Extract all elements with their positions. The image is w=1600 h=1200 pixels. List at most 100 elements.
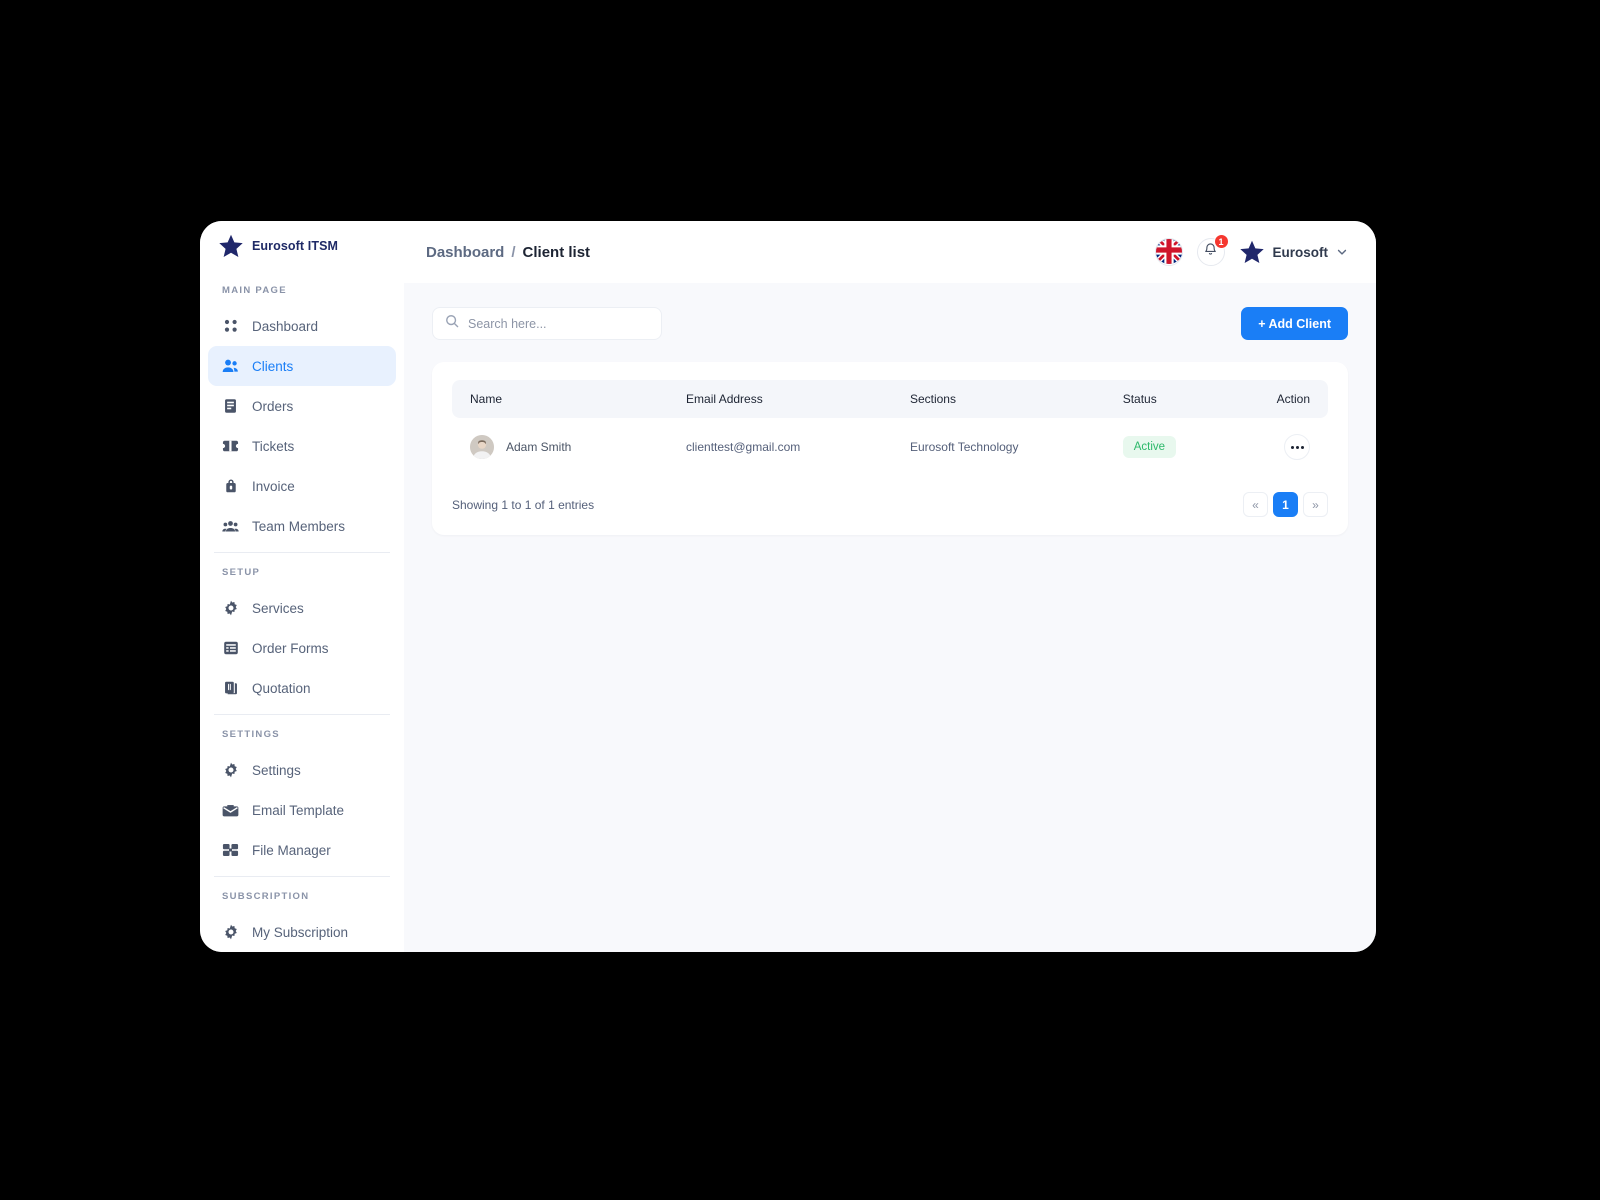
sidebar-item-label: Settings bbox=[252, 762, 301, 778]
main-area: Dashboard / Client list 1 Eurosoft Searc… bbox=[404, 221, 1376, 952]
cell-email: clienttest@gmail.com bbox=[686, 440, 801, 454]
sidebar: Eurosoft ITSM MAIN PAGE Dashboard Client… bbox=[200, 221, 404, 952]
files-grid-icon bbox=[222, 842, 239, 859]
uk-flag-icon bbox=[1155, 239, 1182, 265]
dot bbox=[1295, 445, 1299, 449]
column-header-name: Name bbox=[470, 392, 503, 406]
pagination-prev-button[interactable]: « bbox=[1243, 492, 1268, 517]
content-area: + Add Client Name Email Address Sections… bbox=[404, 283, 1376, 952]
dot bbox=[1300, 445, 1304, 449]
sidebar-item-settings[interactable]: Settings bbox=[208, 750, 396, 790]
gear-icon bbox=[222, 762, 239, 779]
table-toolbar: + Add Client bbox=[432, 307, 1348, 340]
sidebar-item-quotation[interactable]: Quotation bbox=[208, 668, 396, 708]
client-name: Adam Smith bbox=[506, 440, 572, 454]
column-header-action: Action bbox=[1276, 392, 1310, 406]
add-client-button[interactable]: + Add Client bbox=[1241, 307, 1348, 340]
sidebar-item-email-template[interactable]: Email Template bbox=[208, 790, 396, 830]
sidebar-item-team-members[interactable]: Team Members bbox=[208, 506, 396, 546]
status-badge: Active bbox=[1122, 436, 1177, 458]
avatar bbox=[470, 435, 494, 459]
search-input[interactable] bbox=[468, 316, 649, 331]
nav-group-title-subscription: SUBSCRIPTION bbox=[222, 891, 310, 902]
gear-icon bbox=[222, 600, 239, 617]
topbar-actions: 1 Eurosoft bbox=[1154, 234, 1349, 266]
quote-doc-icon bbox=[222, 680, 239, 697]
cell-action bbox=[1227, 418, 1328, 476]
nav-group-title-setup: SETUP bbox=[222, 567, 261, 578]
sidebar-item-invoice[interactable]: Invoice bbox=[208, 466, 396, 506]
form-list-icon bbox=[222, 640, 239, 657]
dot bbox=[1290, 445, 1294, 449]
sidebar-nav: MAIN PAGE Dashboard Clients Orders Ticke… bbox=[200, 271, 404, 952]
table-header: Name Email Address Sections Status Actio… bbox=[452, 380, 1328, 418]
user-menu[interactable]: Eurosoft bbox=[1239, 239, 1349, 265]
more-options-icon[interactable] bbox=[1284, 434, 1310, 460]
sidebar-item-order-forms[interactable]: Order Forms bbox=[208, 628, 396, 668]
sidebar-item-label: Tickets bbox=[252, 438, 295, 454]
language-switcher-button[interactable] bbox=[1154, 238, 1183, 266]
clients-table-card: Name Email Address Sections Status Actio… bbox=[432, 362, 1348, 535]
table-footer: Showing 1 to 1 of 1 entries « 1 » bbox=[452, 476, 1328, 517]
search-icon bbox=[445, 314, 459, 333]
sidebar-item-label: Order Forms bbox=[252, 640, 329, 656]
cell-sections: Eurosoft Technology bbox=[909, 440, 1019, 454]
table-row[interactable]: Adam Smith clienttest@gmail.com Eurosoft… bbox=[452, 418, 1328, 476]
user-name: Eurosoft bbox=[1272, 244, 1329, 260]
cell-name: Adam Smith bbox=[452, 418, 686, 476]
pagination: « 1 » bbox=[1243, 492, 1328, 517]
ticket-icon bbox=[222, 438, 239, 455]
gear-icon bbox=[222, 924, 239, 941]
nav-group-title-main-page: MAIN PAGE bbox=[222, 285, 287, 296]
sidebar-item-dashboard[interactable]: Dashboard bbox=[208, 306, 396, 346]
sidebar-item-tickets[interactable]: Tickets bbox=[208, 426, 396, 466]
breadcrumb: Dashboard / Client list bbox=[426, 244, 590, 261]
client-name-cell: Adam Smith bbox=[470, 435, 686, 459]
sidebar-item-label: Clients bbox=[252, 358, 294, 374]
column-header-email: Email Address bbox=[686, 392, 763, 406]
envelope-icon bbox=[222, 802, 239, 819]
people-icon bbox=[222, 358, 239, 375]
search-box[interactable] bbox=[432, 307, 662, 340]
nav-group-title-settings: SETTINGS bbox=[222, 729, 280, 740]
sidebar-item-label: Invoice bbox=[252, 478, 295, 494]
sidebar-item-file-manager[interactable]: File Manager bbox=[208, 830, 396, 870]
document-icon bbox=[222, 398, 239, 415]
sidebar-item-my-subscription[interactable]: My Subscription bbox=[208, 912, 396, 952]
group-icon bbox=[222, 518, 239, 535]
invoice-lock-icon bbox=[222, 478, 239, 495]
sidebar-item-orders[interactable]: Orders bbox=[208, 386, 396, 426]
sidebar-item-label: Quotation bbox=[252, 680, 311, 696]
sidebar-item-clients[interactable]: Clients bbox=[208, 346, 396, 386]
sidebar-item-label: Orders bbox=[252, 398, 294, 414]
sidebar-item-label: Email Template bbox=[252, 802, 345, 818]
star-icon bbox=[1239, 239, 1265, 265]
column-header-status: Status bbox=[1122, 392, 1157, 406]
page-title: Client list bbox=[522, 243, 591, 261]
brand-name: Eurosoft ITSM bbox=[252, 239, 339, 253]
topbar: Dashboard / Client list 1 Eurosoft bbox=[404, 221, 1376, 283]
table-header-row: Name Email Address Sections Status Actio… bbox=[452, 380, 1328, 418]
star-icon bbox=[218, 233, 244, 259]
sidebar-item-label: My Subscription bbox=[252, 924, 349, 940]
brand-logo[interactable]: Eurosoft ITSM bbox=[200, 221, 404, 271]
sidebar-item-services[interactable]: Services bbox=[208, 588, 396, 628]
cell-status: Active bbox=[1122, 418, 1228, 476]
notification-badge: 1 bbox=[1213, 234, 1229, 249]
grid-dots-icon bbox=[222, 318, 239, 335]
breadcrumb-parent[interactable]: Dashboard bbox=[426, 244, 504, 261]
chevron-down-icon bbox=[1336, 246, 1348, 258]
table-body: Adam Smith clienttest@gmail.com Eurosoft… bbox=[452, 418, 1328, 476]
notifications-button[interactable]: 1 bbox=[1196, 234, 1229, 266]
entries-summary: Showing 1 to 1 of 1 entries bbox=[452, 497, 595, 512]
pagination-page-1[interactable]: 1 bbox=[1273, 492, 1298, 517]
clients-table: Name Email Address Sections Status Actio… bbox=[452, 380, 1328, 476]
pagination-next-button[interactable]: » bbox=[1303, 492, 1328, 517]
sidebar-item-label: Team Members bbox=[252, 518, 346, 534]
sidebar-item-label: File Manager bbox=[252, 842, 331, 858]
app-window: Eurosoft ITSM MAIN PAGE Dashboard Client… bbox=[200, 221, 1376, 952]
breadcrumb-separator: / bbox=[511, 243, 516, 261]
sidebar-item-label: Services bbox=[252, 600, 304, 616]
sidebar-item-label: Dashboard bbox=[252, 318, 319, 334]
column-header-sections: Sections bbox=[909, 392, 956, 406]
